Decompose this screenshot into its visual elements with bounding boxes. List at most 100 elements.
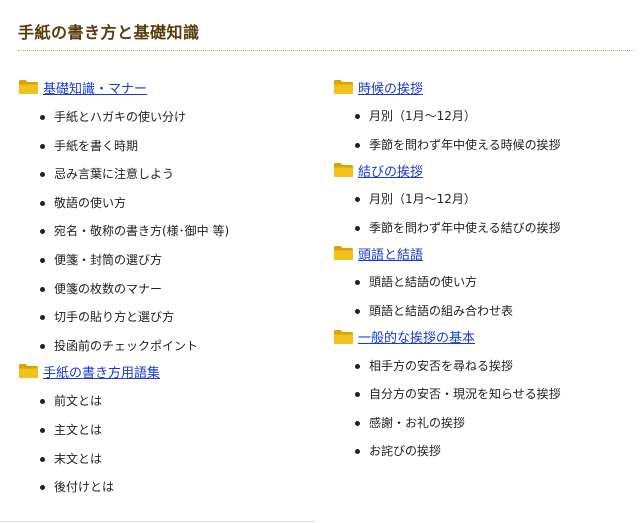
list-item-label: 頭語と結語の使い方 bbox=[369, 275, 478, 290]
link-section: 時候の挨拶 月別（1月～12月） 季節を問わず年中使える時候の挨拶 bbox=[333, 76, 633, 159]
section-header: 手紙の書き方用語集 bbox=[18, 360, 318, 382]
section-header: 結びの挨拶 bbox=[333, 159, 633, 181]
page: 手紙の書き方と基礎知識 基礎知識・マナー 手紙とハガキの使い分け 手紙を書く時期… bbox=[0, 0, 640, 523]
section-item-list: 月別（1月～12月） 季節を問わず年中使える結びの挨拶 bbox=[333, 185, 633, 242]
bullet-icon bbox=[355, 280, 360, 286]
list-item-label: お詫びの挨拶 bbox=[369, 444, 442, 459]
bottom-divider bbox=[0, 521, 314, 522]
list-item-label: 切手の貼り方と選び方 bbox=[54, 310, 175, 325]
list-item[interactable]: 前文とは bbox=[38, 387, 318, 416]
list-item-label: 月別（1月～12月） bbox=[369, 109, 476, 123]
section-link[interactable]: 結びの挨拶 bbox=[358, 161, 423, 180]
left-column: 基礎知識・マナー 手紙とハガキの使い分け 手紙を書く時期 忌み言葉に注意しよう … bbox=[18, 76, 318, 502]
section-link[interactable]: 手紙の書き方用語集 bbox=[43, 362, 160, 381]
bullet-icon bbox=[40, 485, 45, 491]
bullet-icon bbox=[355, 449, 360, 455]
list-item-label: 頭語と結語の組み合わせ表 bbox=[369, 303, 514, 318]
list-item[interactable]: 敬語の使い方 bbox=[38, 189, 318, 218]
section-item-list: 前文とは 主文とは 末文とは 後付けとは bbox=[18, 387, 318, 501]
list-item[interactable]: 季節を問わず年中使える結びの挨拶 bbox=[353, 214, 633, 243]
list-item[interactable]: 相手方の安否を尋ねる挨拶 bbox=[353, 352, 633, 381]
list-item[interactable]: 月別（1月～12月） bbox=[353, 185, 633, 214]
page-title: 手紙の書き方と基礎知識 bbox=[18, 23, 200, 42]
bullet-icon bbox=[40, 456, 45, 462]
section-item-list: 月別（1月～12月） 季節を問わず年中使える時候の挨拶 bbox=[333, 102, 633, 159]
section-header: 時候の挨拶 bbox=[333, 76, 633, 98]
link-section: 一般的な挨拶の基本 相手方の安否を尋ねる挨拶 自分方の安否・現況を知らせる挨拶 … bbox=[333, 326, 633, 466]
bullet-icon bbox=[355, 197, 360, 203]
folder-icon bbox=[334, 163, 353, 178]
list-item-label: 忌み言葉に注意しよう bbox=[54, 167, 175, 182]
bullet-icon bbox=[355, 142, 360, 148]
list-item-label: 感謝・お礼の挨拶 bbox=[369, 415, 466, 430]
list-item-label: 季節を問わず年中使える結びの挨拶 bbox=[369, 220, 561, 235]
list-item[interactable]: 月別（1月～12月） bbox=[353, 102, 633, 131]
list-item-label: 主文とは bbox=[54, 422, 103, 437]
folder-icon bbox=[334, 246, 353, 261]
list-item-label: 敬語の使い方 bbox=[54, 195, 127, 210]
list-item[interactable]: 宛名・敬称の書き方(様･御中 等) bbox=[38, 217, 318, 246]
list-item[interactable]: 主文とは bbox=[38, 416, 318, 445]
bullet-icon bbox=[355, 225, 360, 231]
section-item-list: 相手方の安否を尋ねる挨拶 自分方の安否・現況を知らせる挨拶 感謝・お礼の挨拶 お… bbox=[333, 352, 633, 466]
list-item-label: 相手方の安否を尋ねる挨拶 bbox=[369, 358, 514, 373]
list-item-label: 手紙とハガキの使い分け bbox=[54, 110, 187, 124]
bullet-icon bbox=[40, 343, 45, 349]
list-item-label: 前文とは bbox=[54, 394, 103, 409]
list-item[interactable]: 便箋の枚数のマナー bbox=[38, 275, 318, 304]
list-item[interactable]: お詫びの挨拶 bbox=[353, 437, 633, 466]
bullet-icon bbox=[40, 257, 45, 263]
list-item-label: 月別（1月～12月） bbox=[369, 192, 476, 207]
section-header: 基礎知識・マナー bbox=[18, 76, 318, 98]
list-item-label: 手紙を書く時期 bbox=[54, 138, 139, 153]
bullet-icon bbox=[40, 143, 45, 149]
list-item[interactable]: 投函前のチェックポイント bbox=[38, 332, 318, 361]
bullet-icon bbox=[355, 114, 360, 119]
bullet-icon bbox=[40, 172, 45, 178]
folder-icon bbox=[19, 80, 38, 94]
folder-icon bbox=[19, 364, 38, 379]
list-item[interactable]: 手紙を書く時期 bbox=[38, 132, 318, 161]
list-item[interactable]: 季節を問わず年中使える時候の挨拶 bbox=[353, 131, 633, 160]
list-item[interactable]: 後付けとは bbox=[38, 473, 318, 502]
list-item-label: 宛名・敬称の書き方(様･御中 等) bbox=[54, 224, 230, 239]
section-link[interactable]: 頭語と結語 bbox=[358, 244, 423, 263]
list-item-label: 便箋の枚数のマナー bbox=[54, 281, 163, 296]
list-item-label: 便箋・封筒の選び方 bbox=[54, 252, 163, 267]
bullet-icon bbox=[355, 308, 360, 314]
list-item[interactable]: 頭語と結語の使い方 bbox=[353, 268, 633, 297]
list-item[interactable]: 末文とは bbox=[38, 445, 318, 474]
bullet-icon bbox=[40, 315, 45, 321]
list-item-label: 投函前のチェックポイント bbox=[54, 338, 199, 353]
bullet-icon bbox=[355, 420, 360, 426]
bullet-icon bbox=[40, 286, 45, 292]
section-link[interactable]: 時候の挨拶 bbox=[358, 78, 423, 97]
list-item[interactable]: 自分方の安否・現況を知らせる挨拶 bbox=[353, 380, 633, 409]
section-header: 頭語と結語 bbox=[333, 242, 633, 264]
section-header: 一般的な挨拶の基本 bbox=[333, 326, 633, 348]
bullet-icon bbox=[40, 200, 45, 206]
list-item[interactable]: 便箋・封筒の選び方 bbox=[38, 246, 318, 275]
section-item-list: 頭語と結語の使い方 頭語と結語の組み合わせ表 bbox=[333, 268, 633, 325]
bullet-icon bbox=[40, 115, 45, 120]
bullet-icon bbox=[355, 392, 360, 398]
bullet-icon bbox=[40, 427, 45, 433]
list-item[interactable]: 手紙とハガキの使い分け bbox=[38, 103, 318, 132]
list-item-label: 季節を問わず年中使える時候の挨拶 bbox=[369, 137, 561, 152]
list-item-label: 末文とは bbox=[54, 451, 103, 466]
list-item[interactable]: 切手の貼り方と選び方 bbox=[38, 303, 318, 332]
right-column: 時候の挨拶 月別（1月～12月） 季節を問わず年中使える時候の挨拶 結びの挨拶 … bbox=[333, 76, 633, 466]
list-item[interactable]: 頭語と結語の組み合わせ表 bbox=[353, 297, 633, 326]
section-link[interactable]: 基礎知識・マナー bbox=[43, 78, 147, 97]
list-item-label: 自分方の安否・現況を知らせる挨拶 bbox=[369, 387, 561, 402]
list-item[interactable]: 感謝・お礼の挨拶 bbox=[353, 409, 633, 438]
link-section: 結びの挨拶 月別（1月～12月） 季節を問わず年中使える結びの挨拶 bbox=[333, 159, 633, 242]
link-section: 手紙の書き方用語集 前文とは 主文とは 末文とは 後付けとは bbox=[18, 360, 318, 501]
section-link[interactable]: 一般的な挨拶の基本 bbox=[358, 327, 475, 346]
list-item-label: 後付けとは bbox=[54, 480, 115, 495]
link-section: 基礎知識・マナー 手紙とハガキの使い分け 手紙を書く時期 忌み言葉に注意しよう … bbox=[18, 76, 318, 360]
folder-icon bbox=[334, 80, 353, 94]
list-item[interactable]: 忌み言葉に注意しよう bbox=[38, 160, 318, 189]
bullet-icon bbox=[40, 399, 45, 405]
folder-icon bbox=[334, 329, 353, 344]
